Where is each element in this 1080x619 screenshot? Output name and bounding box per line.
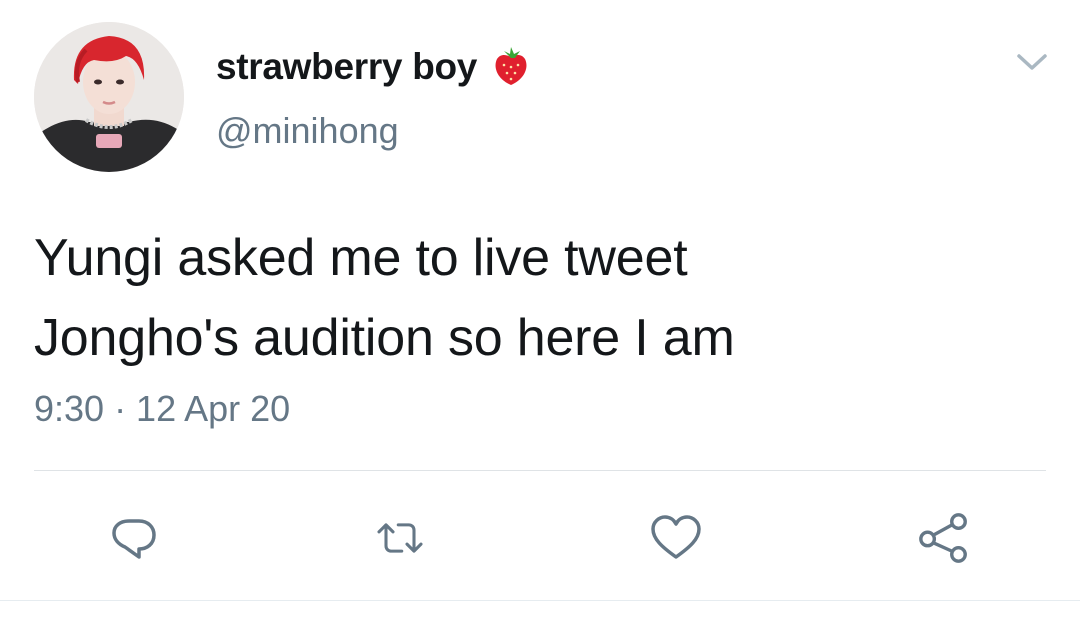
divider bbox=[34, 470, 1046, 471]
tweet-text-line: Jongho's audition so here I am bbox=[34, 309, 735, 367]
share-button[interactable] bbox=[916, 510, 972, 566]
retweet-button[interactable] bbox=[372, 510, 428, 566]
display-name[interactable]: strawberry boy bbox=[216, 46, 477, 88]
heart-icon bbox=[651, 515, 701, 559]
avatar-image bbox=[34, 22, 184, 172]
reply-button[interactable] bbox=[106, 510, 162, 566]
tweet-card: strawberry boy @minihong Yungi asked me … bbox=[0, 0, 1080, 619]
tweet-text-line: Yungi asked me to live tweet bbox=[34, 229, 688, 287]
author-name-row: strawberry boy bbox=[216, 42, 533, 92]
divider bbox=[0, 600, 1080, 601]
tweet-timestamp[interactable]: 9:30 · 12 Apr 20 bbox=[34, 388, 290, 430]
reply-icon bbox=[112, 519, 156, 559]
retweet-icon bbox=[377, 523, 423, 553]
avatar[interactable] bbox=[34, 22, 184, 172]
chevron-down-icon[interactable] bbox=[1014, 48, 1050, 76]
share-icon bbox=[919, 513, 967, 563]
user-handle[interactable]: @minihong bbox=[216, 110, 399, 152]
strawberry-icon bbox=[489, 45, 533, 89]
tweet-text: Yungi asked me to live tweet Jongho's au… bbox=[34, 218, 1044, 378]
like-button[interactable] bbox=[648, 510, 704, 566]
